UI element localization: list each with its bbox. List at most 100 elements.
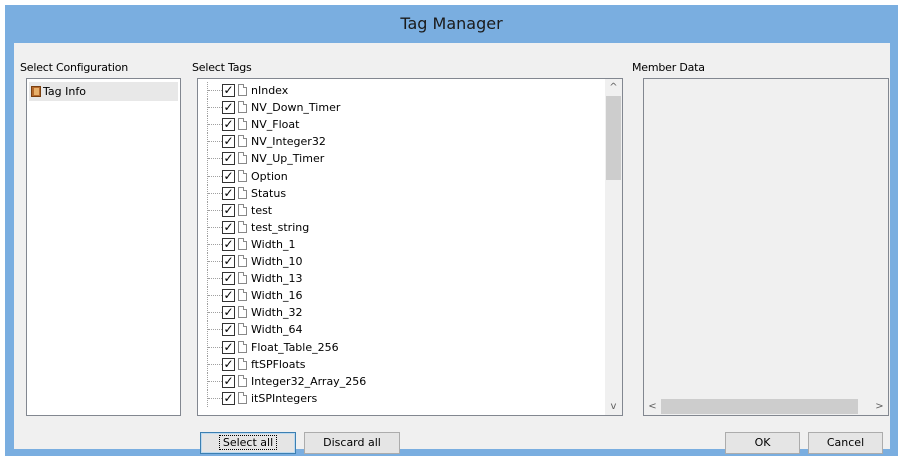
- tag-row[interactable]: ✓ Option: [198, 167, 598, 185]
- scroll-left-arrow-icon[interactable]: <: [644, 398, 661, 415]
- tree-connector: [208, 380, 222, 382]
- tag-checkbox[interactable]: ✓: [222, 289, 235, 303]
- tag-checkbox[interactable]: ✓: [222, 374, 235, 388]
- tag-row[interactable]: ✓ NV_Integer32: [198, 133, 598, 151]
- tag-row[interactable]: ✓ Status: [198, 184, 598, 202]
- document-icon: [238, 84, 247, 96]
- tag-row[interactable]: ✓ test_string: [198, 218, 598, 236]
- tag-label: NV_Integer32: [251, 135, 326, 149]
- tags-scroll-thumb[interactable]: [606, 96, 621, 180]
- tag-manager-window: Tag Manager Select Configuration Select …: [5, 5, 898, 456]
- tag-label: Status: [251, 186, 287, 200]
- tag-row[interactable]: ✓ Width_64: [198, 321, 598, 339]
- tag-checkbox[interactable]: ✓: [222, 135, 235, 149]
- document-icon: [238, 357, 247, 370]
- title-bar[interactable]: Tag Manager: [5, 5, 898, 42]
- select-all-button[interactable]: Select all: [200, 432, 296, 454]
- tag-row[interactable]: ✓ Width_13: [198, 270, 598, 288]
- tag-checkbox[interactable]: ✓: [222, 203, 235, 217]
- configuration-list[interactable]: Tag Info: [26, 78, 181, 416]
- select-all-button-label: Select all: [218, 435, 278, 450]
- tag-checkbox[interactable]: ✓: [222, 152, 235, 166]
- tag-label: test_string: [251, 220, 310, 234]
- tag-label: Integer32_Array_256: [251, 374, 367, 388]
- tag-label: Width_10: [251, 255, 303, 268]
- tag-row[interactable]: ✓ NV_Down_Timer: [198, 99, 598, 117]
- document-icon: [238, 391, 247, 404]
- tree-connector: [208, 278, 222, 280]
- tags-vertical-scrollbar[interactable]: ^ v: [605, 79, 622, 415]
- tree-connector: [208, 346, 222, 348]
- document-icon: [238, 306, 247, 319]
- discard-all-button[interactable]: Discard all: [304, 432, 400, 454]
- scroll-up-arrow-icon[interactable]: ^: [605, 79, 622, 96]
- tag-row[interactable]: ✓ nIndex: [198, 82, 598, 99]
- tag-row[interactable]: ✓ test: [198, 201, 598, 219]
- tag-checkbox[interactable]: ✓: [222, 186, 235, 200]
- tag-checkbox[interactable]: ✓: [222, 323, 235, 337]
- document-icon: [238, 186, 247, 199]
- tag-label: Option: [251, 169, 288, 183]
- document-icon: [238, 272, 247, 285]
- tag-row[interactable]: ✓ Width_16: [198, 287, 598, 305]
- select-tags-label: Select Tags: [192, 61, 252, 74]
- tag-label: Width_32: [251, 306, 303, 320]
- tag-row[interactable]: ✓ Float_Table_256: [198, 338, 598, 356]
- tag-checkbox[interactable]: ✓: [222, 306, 235, 320]
- select-configuration-label: Select Configuration: [20, 61, 129, 74]
- cancel-button[interactable]: Cancel: [808, 432, 883, 454]
- ok-button[interactable]: OK: [725, 432, 800, 454]
- tag-label: NV_Down_Timer: [251, 101, 341, 115]
- tag-row[interactable]: ✓ Width_32: [198, 304, 598, 322]
- config-item-label: Tag Info: [43, 85, 86, 98]
- tag-label: NV_Up_Timer: [251, 152, 325, 166]
- window-title: Tag Manager: [400, 14, 503, 33]
- tree-connector: [208, 158, 222, 160]
- tag-checkbox[interactable]: ✓: [222, 357, 235, 371]
- tag-checkbox[interactable]: ✓: [222, 340, 235, 354]
- tag-row[interactable]: ✓ Width_10: [198, 253, 598, 270]
- dialog-client-area: Select Configuration Select Tags Member …: [14, 43, 890, 454]
- tag-checkbox[interactable]: ✓: [222, 255, 235, 268]
- document-icon: [238, 323, 247, 336]
- tag-row[interactable]: ✓ itSPIntegers: [198, 389, 598, 407]
- tag-checkbox[interactable]: ✓: [222, 272, 235, 286]
- tree-connector: [208, 243, 222, 245]
- tree-connector: [208, 175, 222, 177]
- tag-checkbox[interactable]: ✓: [222, 220, 235, 234]
- scroll-down-arrow-icon[interactable]: v: [605, 398, 622, 415]
- document-icon: [238, 203, 247, 216]
- document-icon: [238, 220, 247, 233]
- tree-connector: [208, 312, 222, 314]
- document-icon: [238, 255, 247, 267]
- config-item-tag-info[interactable]: Tag Info: [29, 82, 178, 101]
- tree-connector: [208, 209, 222, 211]
- tag-row[interactable]: ✓ Width_1: [198, 235, 598, 253]
- document-icon: [238, 101, 247, 114]
- tree-connector: [208, 90, 222, 91]
- document-icon: [238, 169, 247, 182]
- member-data-label: Member Data: [632, 61, 705, 74]
- tag-label: Width_16: [251, 289, 303, 303]
- scroll-right-arrow-icon[interactable]: >: [871, 398, 888, 415]
- tree-connector: [208, 226, 222, 228]
- tag-checkbox[interactable]: ✓: [222, 169, 235, 183]
- tree-connector: [208, 363, 222, 365]
- tag-row[interactable]: ✓ NV_Float: [198, 116, 598, 134]
- document-icon: [238, 374, 247, 387]
- tag-row[interactable]: ✓ NV_Up_Timer: [198, 150, 598, 168]
- tree-connector: [208, 329, 222, 331]
- member-data-scroll-thumb[interactable]: [661, 399, 858, 414]
- tags-tree[interactable]: ✓ nIndex ✓ NV_Down_Timer ✓ NV_Float ✓ NV_Intege…: [197, 78, 623, 416]
- tag-checkbox[interactable]: ✓: [222, 237, 235, 251]
- tag-checkbox[interactable]: ✓: [222, 84, 235, 97]
- tag-checkbox[interactable]: ✓: [222, 391, 235, 405]
- tag-checkbox[interactable]: ✓: [222, 118, 235, 132]
- tag-label: ftSPFloats: [251, 357, 306, 371]
- tag-row[interactable]: ✓ Integer32_Array_256: [198, 372, 598, 390]
- document-icon: [238, 135, 247, 148]
- member-data-horizontal-scrollbar[interactable]: < >: [644, 398, 888, 415]
- tag-row[interactable]: ✓ ftSPFloats: [198, 355, 598, 373]
- tree-connector: [208, 397, 222, 399]
- tag-checkbox[interactable]: ✓: [222, 101, 235, 115]
